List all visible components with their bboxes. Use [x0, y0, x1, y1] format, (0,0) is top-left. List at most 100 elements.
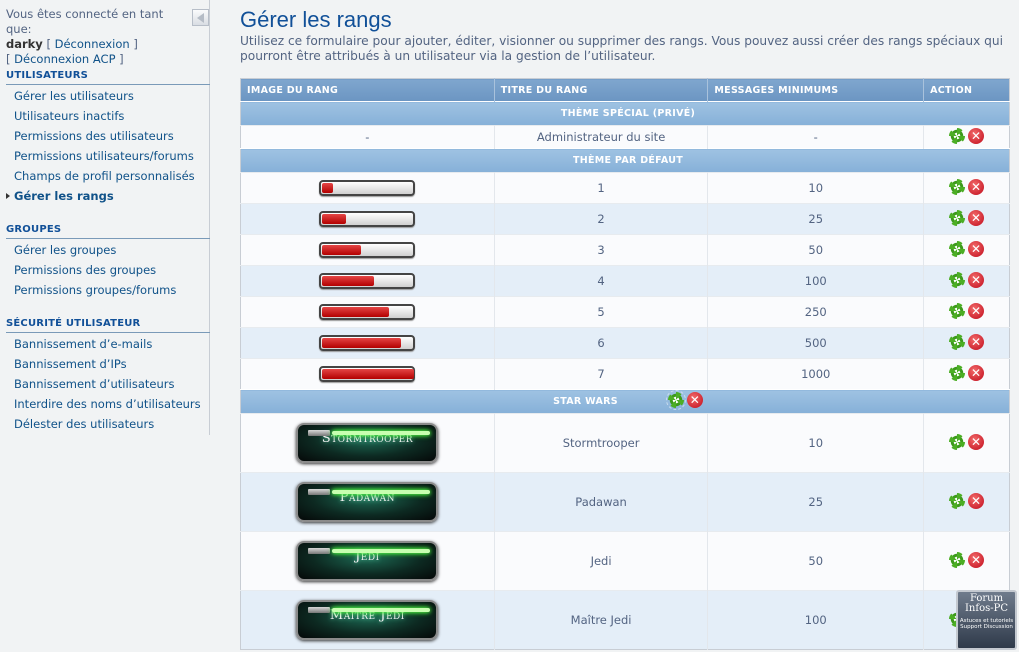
username: darky — [6, 37, 43, 51]
rank-bar-fill — [322, 369, 415, 379]
rank-actions: ✕ — [923, 265, 1010, 297]
delete-icon[interactable]: ✕ — [968, 433, 985, 450]
rank-title: 4 — [494, 265, 709, 297]
rank-actions: ✕ — [923, 531, 1010, 591]
delete-icon[interactable]: ✕ — [968, 492, 985, 509]
menu-permissions-groupes-forums[interactable]: Permissions groupes/forums — [14, 283, 176, 297]
category-default: THÈME PAR DÉFAUT — [240, 148, 1010, 173]
watermark-line3: Astuces et tutoriels Support Discussion — [959, 618, 1014, 630]
table-row: - Administrateur du site - ✕ — [240, 125, 1010, 149]
col-action: ACTION — [923, 78, 1010, 102]
delete-icon[interactable]: ✕ — [968, 271, 985, 288]
rank-title: Padawan — [494, 472, 709, 532]
menu-permissions-groupes[interactable]: Permissions des groupes — [14, 263, 156, 277]
delete-icon[interactable]: ✕ — [968, 551, 985, 568]
col-min: MESSAGES MINIMUMS — [707, 78, 925, 102]
rank-min: 100 — [707, 265, 925, 297]
lightsaber-icon — [308, 548, 431, 554]
rank-image: Jedi — [240, 531, 495, 591]
edit-gear-icon[interactable] — [949, 271, 966, 288]
menu-bannissement-utilisateurs[interactable]: Bannissement d’utilisateurs — [14, 377, 174, 391]
rank-actions: ✕ — [923, 172, 1010, 204]
rank-title: Administrateur du site — [494, 125, 709, 149]
rank-image — [240, 172, 495, 204]
rank-bar-image — [319, 366, 416, 382]
menu-gerer-groupes[interactable]: Gérer les groupes — [14, 243, 116, 257]
rank-title: 6 — [494, 327, 709, 359]
delete-icon[interactable]: ✕ — [968, 209, 985, 226]
menu-bannissement-emails[interactable]: Bannissement d’e-mails — [14, 337, 152, 351]
edit-gear-icon[interactable] — [949, 302, 966, 319]
delete-icon[interactable]: ✕ — [968, 364, 985, 381]
menu-utilisateurs-inactifs[interactable]: Utilisateurs inactifs — [14, 109, 124, 123]
table-row: Jedi Jedi 50 ✕ — [240, 531, 1010, 591]
delete-icon[interactable]: ✕ — [968, 302, 985, 319]
delete-icon[interactable]: ✕ — [968, 240, 985, 257]
rank-bar-fill — [322, 307, 389, 317]
rank-bar-image — [319, 304, 416, 320]
lightsaber-icon — [308, 607, 431, 613]
menu-delester-utilisateurs[interactable]: Délester des utilisateurs — [14, 417, 154, 431]
rank-bar-fill — [322, 183, 334, 193]
rank-title: Stormtrooper — [494, 413, 709, 473]
edit-gear-icon[interactable] — [949, 551, 966, 568]
menu-gerer-utilisateurs[interactable]: Gérer les utilisateurs — [14, 89, 134, 103]
menu-permissions-utilisateurs[interactable]: Permissions des utilisateurs — [14, 129, 174, 143]
starwars-rank-image: Padawan — [296, 482, 439, 522]
category-special: THÈME SPÉCIAL (PRIVÉ) — [240, 101, 1010, 126]
logout-acp-link[interactable]: Déconnexion ACP — [14, 52, 115, 66]
rank-bar-fill — [322, 276, 374, 286]
rank-image — [240, 358, 495, 390]
menu-champs-profil[interactable]: Champs de profil personnalisés — [14, 169, 195, 183]
rank-title: 7 — [494, 358, 709, 390]
rank-image — [240, 265, 495, 297]
section-groupes: GROUPES — [6, 224, 210, 239]
rank-actions: ✕ — [923, 413, 1010, 473]
rank-image — [240, 203, 495, 235]
delete-icon[interactable]: ✕ — [968, 333, 985, 350]
category-edit-gear-icon[interactable] — [665, 390, 686, 410]
edit-gear-icon[interactable] — [949, 209, 966, 226]
edit-gear-icon[interactable] — [949, 364, 966, 381]
menu-interdire-noms[interactable]: Interdire des noms d’utilisateurs — [14, 397, 201, 411]
rank-min: 250 — [707, 296, 925, 328]
rank-actions: ✕ — [923, 327, 1010, 359]
lightsaber-icon — [308, 489, 431, 495]
rank-title: 5 — [494, 296, 709, 328]
table-row: 5 250 ✕ — [240, 296, 1010, 328]
forum-watermark-logo: Forum Infos-PC Astuces et tutoriels Supp… — [956, 590, 1017, 650]
collapse-sidebar-button[interactable] — [192, 9, 209, 26]
edit-gear-icon[interactable] — [949, 433, 966, 450]
edit-gear-icon[interactable] — [949, 127, 966, 144]
section-utilisateurs: UTILISATEURS — [6, 70, 210, 85]
delete-icon[interactable]: ✕ — [968, 127, 985, 144]
col-image: IMAGE DU RANG — [240, 78, 495, 102]
edit-gear-icon[interactable] — [949, 178, 966, 195]
rank-bar-fill — [322, 245, 361, 255]
rank-title: Jedi — [494, 531, 709, 591]
table-row: 7 1000 ✕ — [240, 358, 1010, 390]
rank-title: 2 — [494, 203, 709, 235]
rank-min: 500 — [707, 327, 925, 359]
watermark-line2: Infos-PC — [964, 603, 1008, 614]
edit-gear-icon[interactable] — [949, 240, 966, 257]
rank-min: 50 — [707, 531, 925, 591]
category-delete-icon[interactable]: ✕ — [686, 392, 703, 408]
rank-title: Maître Jedi — [494, 590, 709, 650]
rank-image: Stormtrooper — [240, 413, 495, 473]
edit-gear-icon[interactable] — [949, 492, 966, 509]
rank-actions: ✕ — [923, 125, 1010, 149]
rank-min: 25 — [707, 203, 925, 235]
rank-actions: ✕ — [923, 358, 1010, 390]
edit-gear-icon[interactable] — [949, 333, 966, 350]
login-prefix: Vous êtes connecté en tant que: — [6, 7, 164, 36]
delete-icon[interactable]: ✕ — [968, 178, 985, 195]
rank-image: Maître Jedi — [240, 590, 495, 650]
menu-permissions-utilisateurs-forums[interactable]: Permissions utilisateurs/forums — [14, 149, 194, 163]
rank-min: 25 — [707, 472, 925, 532]
rank-image — [240, 296, 495, 328]
menu-bannissement-ips[interactable]: Bannissement d’IPs — [14, 357, 127, 371]
menu-gerer-rangs[interactable]: Gérer les rangs — [6, 189, 114, 203]
rank-image — [240, 234, 495, 266]
logout-link[interactable]: Déconnexion — [55, 37, 130, 51]
